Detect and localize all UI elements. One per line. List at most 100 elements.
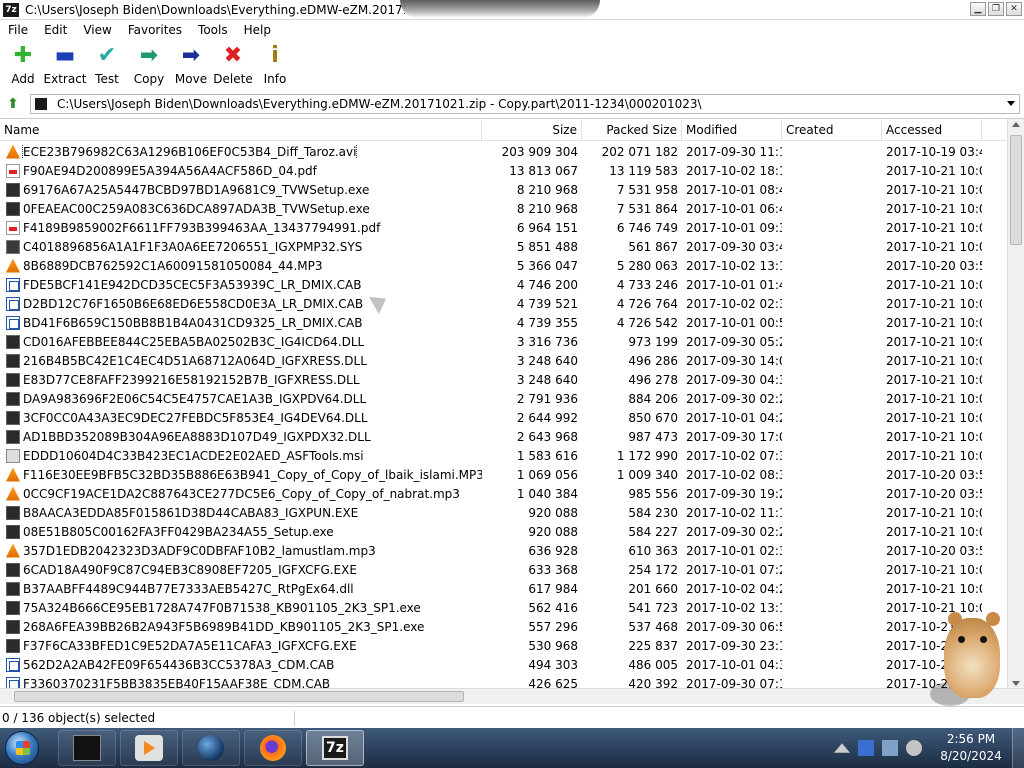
- accessed-date: 2017-10-21 10:02: [886, 581, 982, 596]
- file-name-cell: FDE5BCF141E942DCD35CEC5F3A53939C_LR_DMIX…: [0, 277, 482, 292]
- scroll-thumb[interactable]: [1010, 135, 1022, 245]
- menu-favorites[interactable]: Favorites: [120, 23, 190, 37]
- windows-logo-icon: [5, 731, 39, 765]
- table-row[interactable]: 216B4B5BC42E1C4EC4D51A68712A064D_IGFXRES…: [0, 351, 1006, 370]
- horizontal-scroll-thumb[interactable]: [14, 691, 464, 702]
- file-size: 2 644 992: [516, 410, 578, 425]
- dropdown-arrow-icon[interactable]: [1007, 101, 1015, 106]
- table-row[interactable]: F4189B9859002F6611FF793B399463AA_1343779…: [0, 218, 1006, 237]
- column-header-accessed[interactable]: Accessed: [882, 119, 982, 141]
- column-header-modified[interactable]: Modified: [682, 119, 782, 141]
- show-desktop-button[interactable]: [1012, 728, 1024, 768]
- table-row[interactable]: F3360370231F5BB3835EB40F15AAF38E_CDM.CAB…: [0, 674, 1006, 688]
- file-size: 8 210 968: [516, 201, 578, 216]
- table-row[interactable]: 08E51B805C00162FA3FF0429BA234A55_Setup.e…: [0, 522, 1006, 541]
- menu-edit[interactable]: Edit: [36, 23, 75, 37]
- modified-date: 2017-09-30 05:20: [686, 334, 782, 349]
- start-button[interactable]: [0, 728, 44, 768]
- table-row[interactable]: DA9A983696F2E06C54C5E4757CAE1A3B_IGXPDV6…: [0, 389, 1006, 408]
- menu-tools[interactable]: Tools: [190, 23, 236, 37]
- table-row[interactable]: 6CAD18A490F9C87C94EB3C8908EF7205_IGFXCFG…: [0, 560, 1006, 579]
- path-input[interactable]: C:\Users\Joseph Biden\Downloads\Everythi…: [30, 94, 1020, 114]
- column-header-packed-size[interactable]: Packed Size: [582, 119, 682, 141]
- horizontal-scrollbar[interactable]: [0, 688, 1024, 704]
- table-row[interactable]: CD016AFEBBEE844C25EBA5BA02502B3C_IG4ICD6…: [0, 332, 1006, 351]
- packed-size: 496 286: [628, 353, 678, 368]
- delete-button[interactable]: ✖ Delete: [212, 40, 254, 88]
- taskbar-globe[interactable]: [182, 730, 240, 766]
- table-row[interactable]: 0FEAEAC00C259A083C636DCA897ADA3B_TVWSetu…: [0, 199, 1006, 218]
- taskbar-firefox[interactable]: [244, 730, 302, 766]
- exe-file-icon: [6, 600, 20, 615]
- window-controls: ▁ ❐ ✕: [970, 2, 1022, 16]
- table-row[interactable]: AD1BBD352089B304A96EA8883D107D49_IGXPDX3…: [0, 427, 1006, 446]
- table-row[interactable]: 75A324B666CE95EB1728A747F0B71538_KB90110…: [0, 598, 1006, 617]
- tray-arrow-icon[interactable]: [834, 743, 850, 753]
- table-row[interactable]: BD41F6B659C150BB8B1B4A0431CD9325_LR_DMIX…: [0, 313, 1006, 332]
- tray-monitor-icon[interactable]: [882, 740, 898, 756]
- menu-view[interactable]: View: [75, 23, 119, 37]
- dll-file-icon: [6, 581, 20, 596]
- scroll-down-arrow-icon[interactable]: [1012, 681, 1020, 686]
- table-row[interactable]: ECE23B796982C63A1296B106EF0C53B4_Diff_Ta…: [0, 142, 1006, 161]
- tray-volume-icon[interactable]: [906, 740, 922, 756]
- file-size: 2 643 968: [516, 429, 578, 444]
- taskbar-media-player[interactable]: [120, 730, 178, 766]
- table-row[interactable]: 268A6FEA39BB26B2A943F5B6989B41DD_KB90110…: [0, 617, 1006, 636]
- file-name-cell: E83D77CE8FAFF2399216E58192152B7B_IGFXRES…: [0, 372, 482, 387]
- table-row[interactable]: C4018896856A1A1F1F3A0A6EE7206551_IGXPMP3…: [0, 237, 1006, 256]
- packed-size: 561 867: [628, 239, 678, 254]
- file-name-cell: AD1BBD352089B304A96EA8883D107D49_IGXPDX3…: [0, 429, 482, 444]
- vertical-scrollbar[interactable]: [1007, 119, 1024, 688]
- table-row[interactable]: FDE5BCF141E942DCD35CEC5F3A53939C_LR_DMIX…: [0, 275, 1006, 294]
- column-header-created[interactable]: Created: [782, 119, 882, 141]
- taskbar-7zip[interactable]: 7z: [306, 730, 364, 766]
- sys-file-icon: [6, 239, 20, 254]
- packed-size: 987 473: [628, 429, 678, 444]
- list-header: Name Size Packed Size Modified Created A…: [0, 119, 1006, 141]
- accessed-date: 2017-10-20 03:58: [886, 486, 982, 501]
- table-row[interactable]: F116E30EE9BFB5C32BD35B886E63B941_Copy_of…: [0, 465, 1006, 484]
- test-button[interactable]: ✔ Test: [86, 40, 128, 88]
- scroll-up-arrow-icon[interactable]: [1012, 122, 1020, 127]
- minimize-button[interactable]: ▁: [970, 2, 986, 16]
- move-button[interactable]: ➡ Move: [170, 40, 212, 88]
- table-row[interactable]: B37AABFF4489C944B77E7333AEB5427C_RtPgEx6…: [0, 579, 1006, 598]
- close-button[interactable]: ✕: [1006, 2, 1022, 16]
- table-row[interactable]: 3CF0CC0A43A3EC9DEC27FEBDC5F853E4_IG4DEV6…: [0, 408, 1006, 427]
- table-row[interactable]: 357D1EDB2042323D3ADF9C0DBFAF10B2_lamustl…: [0, 541, 1006, 560]
- table-row[interactable]: 562D2A2AB42FE09F654436B3CC5378A3_CDM.CAB…: [0, 655, 1006, 674]
- add-button[interactable]: ✚ Add: [2, 40, 44, 88]
- accessed-date: 2017-10-21 10:01: [886, 410, 982, 425]
- table-row[interactable]: B8AACA3EDDA85F015861D38D44CABA83_IGXPUN.…: [0, 503, 1006, 522]
- exe-file-icon: [6, 619, 20, 634]
- copy-button[interactable]: ➡ Copy: [128, 40, 170, 88]
- column-header-name[interactable]: Name: [0, 119, 482, 141]
- file-name-cell: 69176A67A25A5447BCBD97BD1A9681C9_TVWSetu…: [0, 182, 482, 197]
- table-row[interactable]: F37F6CA33BFED1C9E52DA7A5E11CAFA3_IGFXCFG…: [0, 636, 1006, 655]
- folder-up-button[interactable]: ⬆: [2, 94, 24, 114]
- table-row[interactable]: EDDD10604D4C33B423EC1ACDE2E02AED_ASFTool…: [0, 446, 1006, 465]
- info-icon: i: [271, 43, 279, 68]
- table-row[interactable]: 0CC9CF19ACE1DA2C887643CE277DC5E6_Copy_of…: [0, 484, 1006, 503]
- tray-network-icon[interactable]: [858, 740, 874, 756]
- file-name-cell: 216B4B5BC42E1C4EC4D51A68712A064D_IGFXRES…: [0, 353, 482, 368]
- taskbar-terminal[interactable]: [58, 730, 116, 766]
- table-row[interactable]: 8B6889DCB762592C1A60091581050084_44.MP3 5…: [0, 256, 1006, 275]
- clock[interactable]: 2:56 PM 8/20/2024: [930, 731, 1012, 765]
- table-row[interactable]: D2BD12C76F1650B6E68ED6E558CD0E3A_LR_DMIX…: [0, 294, 1006, 313]
- extract-button[interactable]: ▬ Extract: [44, 40, 87, 88]
- copy-icon: ➡: [139, 43, 159, 68]
- menu-help[interactable]: Help: [236, 23, 279, 37]
- menu-file[interactable]: File: [0, 23, 36, 37]
- accessed-date: 2017-10-21 10:02: [886, 372, 982, 387]
- column-header-size[interactable]: Size: [482, 119, 582, 141]
- modified-date: 2017-10-02 04:27: [686, 581, 782, 596]
- table-row[interactable]: E83D77CE8FAFF2399216E58192152B7B_IGFXRES…: [0, 370, 1006, 389]
- info-button[interactable]: i Info: [254, 40, 296, 88]
- file-name: F90AE94D200899E5A394A56A4ACF586D_04.pdf: [23, 163, 317, 178]
- table-row[interactable]: 69176A67A25A5447BCBD97BD1A9681C9_TVWSetu…: [0, 180, 1006, 199]
- restore-button[interactable]: ❐: [988, 2, 1004, 16]
- table-row[interactable]: F90AE94D200899E5A394A56A4ACF586D_04.pdf 1…: [0, 161, 1006, 180]
- modified-date: 2017-10-01 08:46: [686, 182, 782, 197]
